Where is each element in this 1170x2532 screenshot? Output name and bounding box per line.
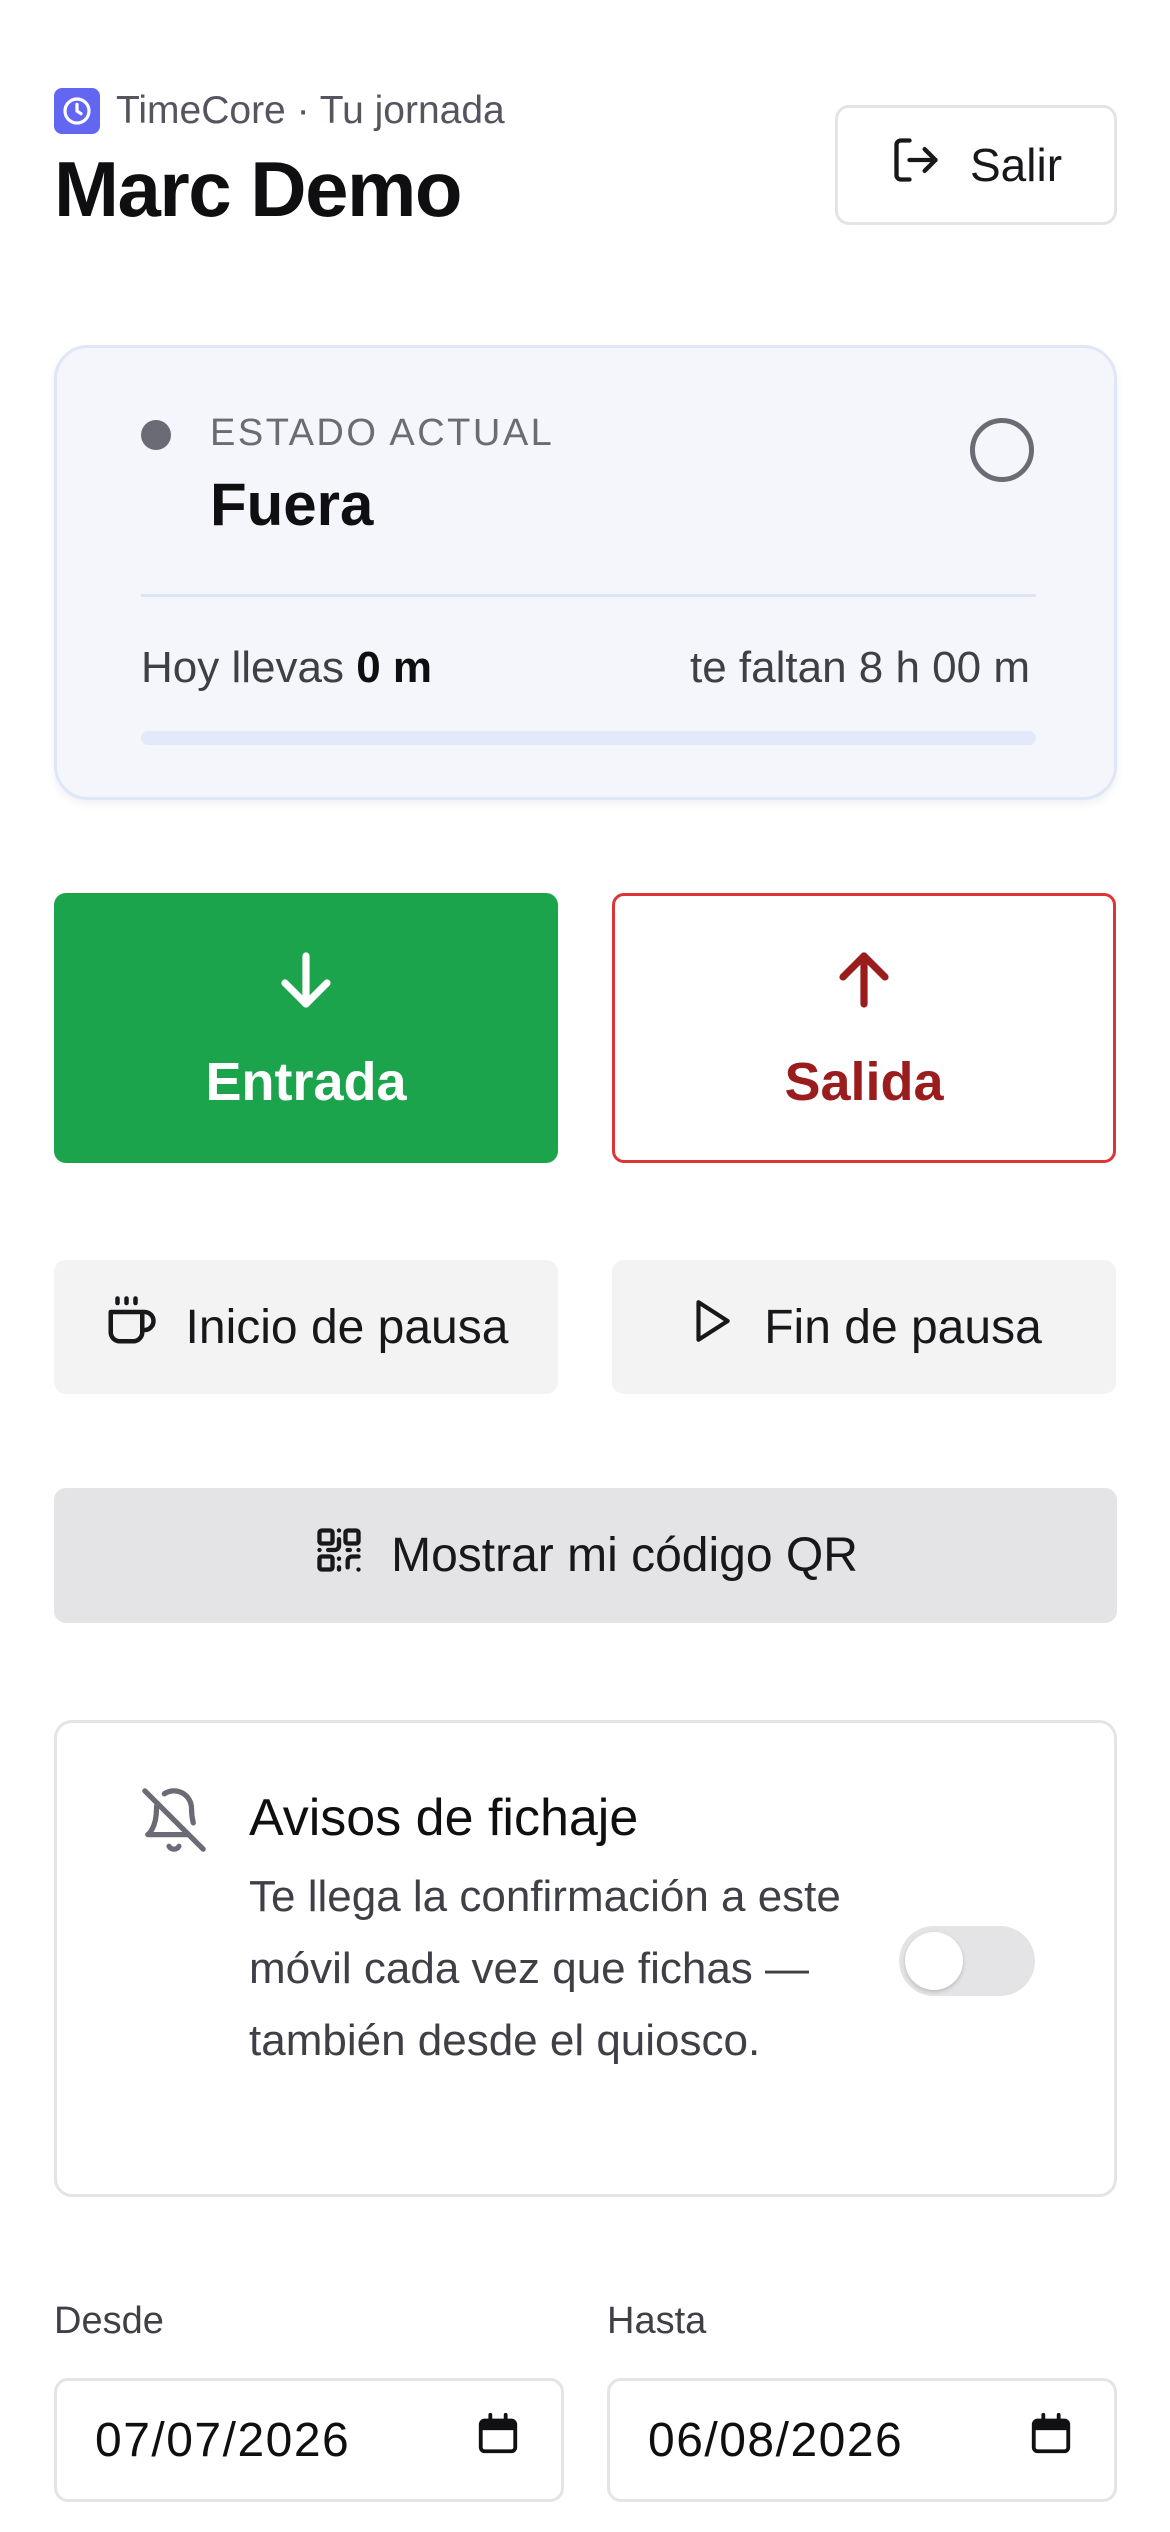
remaining-time: te faltan 8 h 00 m xyxy=(690,643,1030,692)
status-value: Fuera xyxy=(210,471,374,538)
clock-out-label: Salida xyxy=(784,1051,944,1112)
play-icon xyxy=(686,1296,736,1358)
date-to-label: Hasta xyxy=(607,2300,707,2342)
show-qr-button[interactable]: Mostrar mi código QR xyxy=(54,1488,1117,1623)
date-to-input[interactable]: 06/08/2026 xyxy=(607,2378,1117,2502)
pause-start-label: Inicio de pausa xyxy=(185,1300,509,1354)
toggle-knob xyxy=(905,1932,963,1990)
page: TimeCore · Tu jornada Marc Demo Salir ES… xyxy=(0,0,1170,2532)
notifications-card: Avisos de fichaje Te llega la confirmaci… xyxy=(54,1720,1117,2197)
date-from-label: Desde xyxy=(54,2300,164,2342)
pause-end-button[interactable]: Fin de pausa xyxy=(612,1260,1116,1394)
worked-today: Hoy llevas 0 m xyxy=(141,643,432,693)
date-from-input[interactable]: 07/07/2026 xyxy=(54,2378,564,2502)
status-label: ESTADO ACTUAL xyxy=(210,412,555,454)
logout-icon xyxy=(890,134,942,197)
coffee-cup-icon xyxy=(104,1294,158,1360)
logout-button[interactable]: Salir xyxy=(835,105,1117,225)
arrow-down-icon xyxy=(270,944,342,1029)
qr-code-icon xyxy=(313,1524,365,1588)
user-name: Marc Demo xyxy=(54,145,462,233)
arrow-up-icon xyxy=(828,944,900,1029)
status-card: ESTADO ACTUAL Fuera Hoy llevas 0 m te fa… xyxy=(54,345,1117,800)
worked-value: 0 m xyxy=(356,643,433,692)
calendar-icon[interactable] xyxy=(1028,2411,1074,2469)
status-ring-icon xyxy=(970,418,1034,482)
date-to-value: 06/08/2026 xyxy=(648,2413,904,2467)
bell-off-icon xyxy=(139,1785,209,1860)
notifications-description: Te llega la confirmación a este móvil ca… xyxy=(249,1872,841,2065)
app-header-line: TimeCore · Tu jornada xyxy=(54,88,505,134)
notifications-toggle[interactable] xyxy=(899,1926,1035,1996)
app-title: TimeCore · Tu jornada xyxy=(116,89,505,132)
notifications-title: Avisos de fichaje xyxy=(249,1789,639,1847)
clock-icon xyxy=(54,88,100,134)
show-qr-label: Mostrar mi código QR xyxy=(391,1529,858,1582)
clock-in-button[interactable]: Entrada xyxy=(54,893,558,1163)
logout-label: Salir xyxy=(969,139,1063,191)
worked-prefix: Hoy llevas xyxy=(141,643,344,692)
clock-in-label: Entrada xyxy=(205,1051,407,1112)
pause-start-button[interactable]: Inicio de pausa xyxy=(54,1260,558,1394)
clock-out-button[interactable]: Salida xyxy=(612,893,1116,1163)
workday-progress-bar xyxy=(141,731,1036,745)
status-divider xyxy=(141,594,1036,597)
calendar-icon[interactable] xyxy=(475,2411,521,2469)
pause-end-label: Fin de pausa xyxy=(764,1300,1042,1354)
status-indicator-dot xyxy=(141,420,171,450)
date-from-value: 07/07/2026 xyxy=(95,2413,351,2467)
